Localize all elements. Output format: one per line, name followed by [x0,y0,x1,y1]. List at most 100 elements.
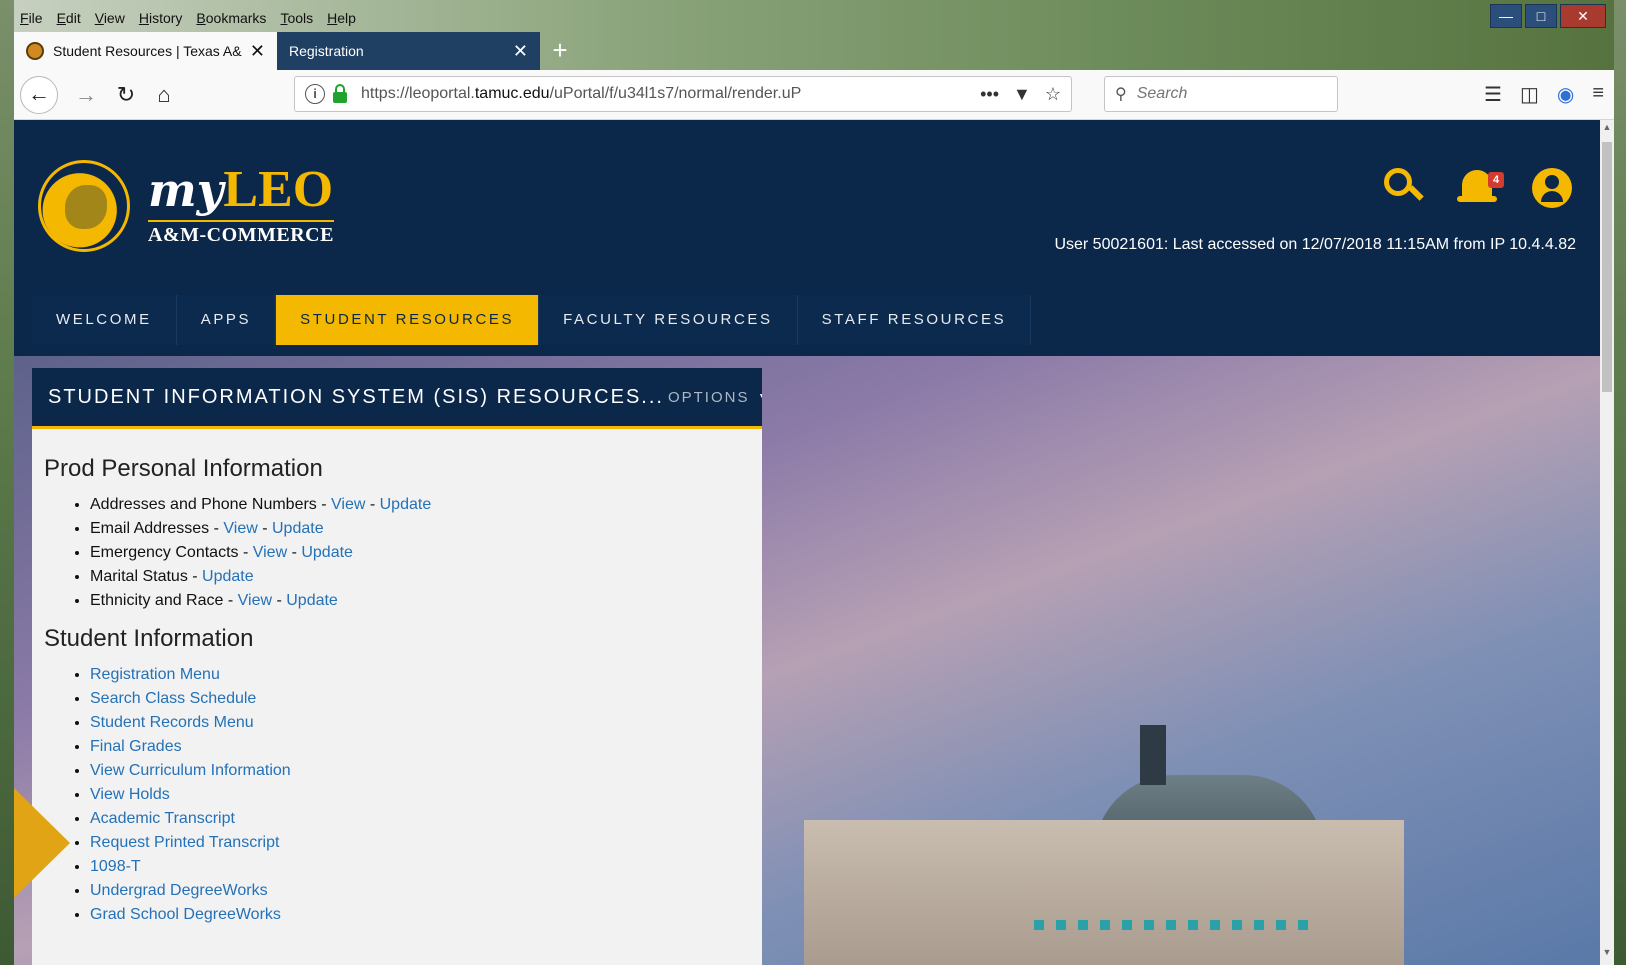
scroll-up-icon[interactable]: ▲ [1600,122,1614,138]
tab-label: Registration [289,43,364,59]
link-separator: - [365,496,380,513]
last-accessed-info: User 50021601: Last accessed on 12/07/20… [1054,236,1576,253]
brand-my: my [148,163,224,217]
link-view[interactable]: View [238,592,272,609]
maximize-button[interactable]: □ [1525,4,1557,28]
user-profile-button[interactable] [1532,168,1572,208]
nav-tab-staff-resources[interactable]: STAFF RESOURCES [797,295,1032,345]
item-label: Ethnicity and Race - [90,592,238,609]
sidebar-icon[interactable]: ◫ [1520,82,1539,107]
link-list: Registration Menu Search Class Schedule St… [44,663,750,927]
pocket-icon[interactable]: ▼ [1013,84,1031,105]
caret-down-icon[interactable]: ▼ [757,390,762,404]
nav-tab-welcome[interactable]: WELCOME [32,295,177,345]
list-item: Ethnicity and Race - View - Update [90,589,750,613]
tab-student-resources[interactable]: Student Resources | Texas A&M ✕ [14,32,277,70]
main-navigation: WELCOME APPS STUDENT RESOURCES FACULTY RESO… [32,295,1032,345]
extension-icon[interactable]: ◉ [1557,82,1574,107]
back-button[interactable]: ← [20,76,58,114]
pointer-arrow-annotation [14,788,74,898]
tab-close-icon[interactable]: ✕ [513,41,528,62]
link-grad-school-degreeworks[interactable]: Grad School DegreeWorks [90,906,281,923]
portal-search-button[interactable] [1384,168,1424,208]
list-item: 1098-T [90,855,750,879]
link-update[interactable]: Update [301,544,353,561]
forward-button[interactable]: → [70,79,102,111]
url-text: https://leoportal.tamuc.edu/uPortal/f/u3… [361,85,802,102]
list-item: Registration Menu [90,663,750,687]
tab-registration[interactable]: Registration ✕ [277,32,540,70]
list-item: Final Grades [90,735,750,759]
info-icon[interactable]: i [305,84,325,104]
url-bar[interactable]: i https://leoportal.tamuc.edu/uPortal/f/… [294,76,1072,112]
link-update[interactable]: Update [202,568,254,585]
link-1098-t[interactable]: 1098-T [90,858,141,875]
building-windows [1034,920,1314,930]
link-view[interactable]: View [253,544,287,561]
item-label: Email Addresses - [90,520,224,537]
search-icon [1384,168,1412,196]
tab-close-icon[interactable]: ✕ [250,41,265,62]
menu-edit[interactable]: Edit [51,6,87,30]
home-button[interactable]: ⌂ [148,79,180,111]
link-separator: - [272,592,287,609]
close-window-button[interactable]: ✕ [1560,4,1606,28]
menu-history[interactable]: History [133,6,189,30]
section-heading: Student Information [44,625,254,652]
link-search-class-schedule[interactable]: Search Class Schedule [90,690,256,707]
list-item: View Curriculum Information [90,759,750,783]
item-label: Emergency Contacts - [90,544,253,561]
page-scrollbar[interactable]: ▲ ▼ [1600,120,1614,965]
notifications-button[interactable]: 4 [1457,168,1504,208]
menu-tools[interactable]: Tools [274,6,319,30]
portlet-options-button[interactable]: OPTIONS [668,389,750,406]
link-update[interactable]: Update [286,592,338,609]
menu-help[interactable]: Help [321,6,362,30]
link-list: Addresses and Phone Numbers - View - Upd… [44,493,750,613]
bookmark-star-icon[interactable]: ☆ [1045,84,1061,105]
list-item: Grad School DegreeWorks [90,903,750,927]
list-item: Marital Status - Update [90,565,750,589]
hamburger-menu-icon[interactable]: ≡ [1592,82,1604,107]
menu-bookmarks[interactable]: Bookmarks [190,6,272,30]
nav-tab-faculty-resources[interactable]: FACULTY RESOURCES [539,295,798,345]
brand-subtitle: A&M-COMMERCE [148,220,334,247]
link-undergrad-degreeworks[interactable]: Undergrad DegreeWorks [90,882,268,899]
search-icon: ⚲ [1115,86,1127,103]
nav-tab-apps[interactable]: APPS [176,295,277,345]
reload-button[interactable]: ↻ [110,79,142,111]
scroll-down-icon[interactable]: ▼ [1600,947,1614,963]
notification-badge: 4 [1488,172,1504,188]
link-view-holds[interactable]: View Holds [90,786,170,803]
portlet-title-bar: STUDENT INFORMATION SYSTEM (SIS) RESOURC… [32,368,762,429]
link-registration-menu[interactable]: Registration Menu [90,666,220,683]
link-request-printed-transcript[interactable]: Request Printed Transcript [90,834,279,851]
nav-tab-student-resources[interactable]: STUDENT RESOURCES [276,295,540,345]
search-bar[interactable]: ⚲ [1104,76,1338,112]
new-tab-button[interactable]: + [540,32,580,70]
link-student-records-menu[interactable]: Student Records Menu [90,714,254,731]
menu-file[interactable]: File [14,6,49,30]
list-item: Search Class Schedule [90,687,750,711]
link-final-grades[interactable]: Final Grades [90,738,182,755]
link-view-curriculum-information[interactable]: View Curriculum Information [90,762,291,779]
favicon-icon [26,42,44,60]
link-update[interactable]: Update [380,496,432,513]
scrollbar-thumb[interactable] [1602,142,1612,392]
link-update[interactable]: Update [272,520,324,537]
list-item: Academic Transcript [90,807,750,831]
search-input[interactable] [1134,84,1319,104]
link-academic-transcript[interactable]: Academic Transcript [90,810,235,827]
page-actions-icon[interactable]: ••• [980,84,999,105]
list-item: Addresses and Phone Numbers - View - Upd… [90,493,750,517]
window-controls: — □ ✕ [1490,4,1606,28]
link-view[interactable]: View [223,520,257,537]
portlet-title: STUDENT INFORMATION SYSTEM (SIS) RESOURC… [48,385,664,408]
minimize-button[interactable]: — [1490,4,1522,28]
sis-resources-portlet: STUDENT INFORMATION SYSTEM (SIS) RESOURC… [32,368,762,965]
menu-view[interactable]: View [89,6,131,30]
library-icon[interactable]: ☰ [1484,82,1502,107]
link-view[interactable]: View [331,496,365,513]
tab-strip: Student Resources | Texas A&M ✕ Registra… [14,32,580,70]
list-item: Email Addresses - View - Update [90,517,750,541]
